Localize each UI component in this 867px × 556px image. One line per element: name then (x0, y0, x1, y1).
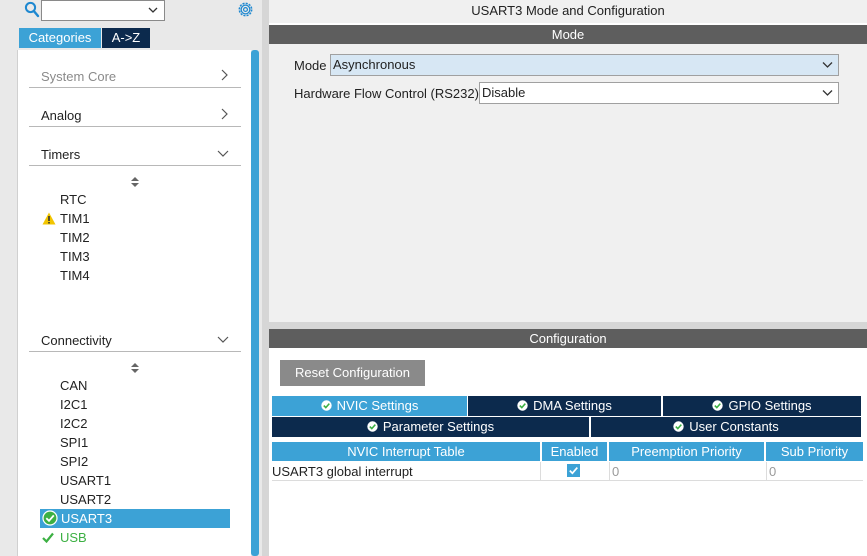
tab-gpio-settings[interactable]: GPIO Settings (663, 396, 861, 416)
chevron-down-icon[interactable] (217, 333, 229, 345)
panel-splitter[interactable] (262, 0, 269, 556)
gear-icon[interactable] (236, 0, 255, 19)
flow-control-select[interactable]: Disable (479, 82, 839, 104)
column-header-nvic-table[interactable]: NVIC Interrupt Table (272, 442, 540, 461)
check-circle-icon (517, 400, 528, 411)
tab-label: NVIC Settings (336, 398, 419, 413)
category-tree: System Core Analog Timers RTC TIM1 TIM2 … (17, 50, 251, 556)
column-header-preemption-priority[interactable]: Preemption Priority (609, 442, 764, 461)
chevron-down-icon[interactable] (822, 89, 833, 97)
category-label: System Core (41, 69, 117, 84)
check-circle-icon (673, 421, 684, 432)
chevron-down-icon[interactable] (217, 147, 229, 159)
chevron-down-icon[interactable] (822, 61, 833, 69)
sub-priority-cell[interactable]: 0 (766, 462, 863, 481)
tab-label: DMA Settings (533, 398, 612, 413)
page-title: USART3 Mode and Configuration (269, 0, 867, 23)
category-label: Connectivity (41, 333, 112, 348)
tree-item-spi2[interactable]: SPI2 (60, 452, 88, 471)
flow-control-label: Hardware Flow Control (RS232) (294, 86, 479, 101)
tab-a-to-z[interactable]: A->Z (102, 28, 150, 48)
check-icon (42, 532, 54, 543)
search-combobox[interactable] (41, 0, 165, 21)
chevron-down-icon[interactable] (148, 6, 158, 14)
tree-item-tim4[interactable]: TIM4 (60, 266, 90, 285)
tree-item-tim2[interactable]: TIM2 (60, 228, 90, 247)
configuration-header: Configuration (269, 329, 867, 348)
tab-categories[interactable]: Categories (19, 28, 101, 48)
tab-label: User Constants (689, 419, 779, 434)
tab-dma-settings[interactable]: DMA Settings (468, 396, 661, 416)
search-icon[interactable] (24, 1, 40, 19)
tree-item-tim3[interactable]: TIM3 (60, 247, 90, 266)
preemption-priority-cell[interactable]: 0 (609, 462, 766, 481)
sort-icon[interactable] (130, 176, 140, 188)
category-timers[interactable]: Timers (29, 139, 241, 166)
category-label: Timers (41, 147, 81, 162)
tree-item-i2c1[interactable]: I2C1 (60, 395, 87, 414)
flow-control-value: Disable (482, 85, 526, 100)
mode-select[interactable]: Asynchronous (330, 54, 839, 76)
tree-item-rtc[interactable]: RTC (60, 190, 86, 209)
section-splitter[interactable] (269, 322, 867, 329)
check-circle-icon (712, 400, 724, 411)
mode-header: Mode (269, 25, 867, 44)
column-header-enabled[interactable]: Enabled (542, 442, 607, 461)
tree-item-label: USART3 (61, 511, 113, 526)
category-label: Analog (41, 108, 82, 123)
tree-item-i2c2[interactable]: I2C2 (60, 414, 87, 433)
configuration-panel: USART3 Mode and Configuration Mode Mode … (269, 0, 867, 556)
tree-item-tim1[interactable]: TIM1 (60, 209, 90, 228)
reset-configuration-button[interactable]: Reset Configuration (280, 360, 425, 386)
tree-item-usart2[interactable]: USART2 (60, 490, 111, 509)
tree-item-usart1[interactable]: USART1 (60, 471, 111, 490)
enabled-checkbox[interactable] (567, 464, 580, 477)
check-circle-icon (42, 510, 58, 526)
category-connectivity[interactable]: Connectivity (29, 325, 241, 352)
tree-scrollbar[interactable] (251, 50, 259, 556)
category-analog[interactable]: Analog (29, 100, 241, 127)
tree-item-usb[interactable]: USB (60, 528, 87, 547)
chevron-right-icon[interactable] (219, 69, 229, 81)
warning-icon (42, 212, 56, 225)
categories-panel: Categories A->Z System Core Analog Timer… (0, 0, 262, 556)
column-header-sub-priority[interactable]: Sub Priority (766, 442, 863, 461)
tab-nvic-settings[interactable]: NVIC Settings (272, 396, 467, 416)
tree-item-spi1[interactable]: SPI1 (60, 433, 88, 452)
category-system-core[interactable]: System Core (29, 61, 241, 88)
check-circle-icon (320, 400, 332, 411)
mode-value: Asynchronous (333, 57, 416, 72)
mode-label: Mode (294, 58, 327, 73)
tab-label: GPIO Settings (728, 398, 812, 413)
sort-icon[interactable] (130, 362, 140, 374)
interrupt-name-cell: USART3 global interrupt (272, 462, 540, 481)
check-circle-icon (367, 421, 378, 432)
tree-item-usart3[interactable]: USART3 (40, 509, 230, 528)
tab-parameter-settings[interactable]: Parameter Settings (272, 417, 589, 437)
mode-section: Mode Asynchronous Hardware Flow Control … (269, 44, 867, 322)
tab-label: Parameter Settings (382, 419, 495, 434)
configuration-section: Reset Configuration NVIC Settings DMA Se… (269, 348, 867, 556)
chevron-right-icon[interactable] (219, 108, 229, 120)
tab-user-constants[interactable]: User Constants (591, 417, 861, 437)
tree-item-can[interactable]: CAN (60, 376, 87, 395)
